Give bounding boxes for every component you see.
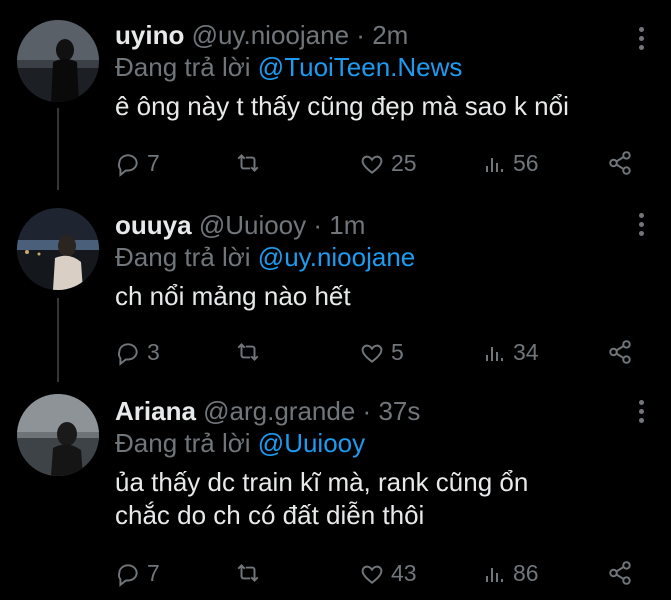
tweet-header: Ariana @arg.grande · 37s xyxy=(115,396,651,426)
display-name[interactable]: Ariana xyxy=(115,396,196,426)
reply-button[interactable]: 3 xyxy=(115,339,160,366)
retweet-icon xyxy=(237,564,259,582)
separator-dot: · xyxy=(356,20,365,50)
tweet-header: ouuya @Uuiooy · 1m xyxy=(115,210,651,240)
reply-icon xyxy=(117,563,138,587)
timestamp[interactable]: 1m xyxy=(329,210,365,240)
like-count: 5 xyxy=(391,339,404,365)
share-icon xyxy=(609,151,631,175)
action-bar: 7 25 56 xyxy=(115,150,635,180)
more-icon[interactable] xyxy=(639,400,645,427)
retweet-button[interactable] xyxy=(235,150,261,176)
avatar[interactable] xyxy=(17,394,99,476)
reply-context: Đang trả lời @TuoiTeen.News xyxy=(115,52,651,82)
more-icon[interactable] xyxy=(639,27,645,54)
tweet-text: ch nổi mảng nào hết xyxy=(115,281,351,311)
views-icon xyxy=(486,567,503,582)
retweet-icon xyxy=(237,154,259,172)
share-icon xyxy=(609,340,631,364)
views-count: 34 xyxy=(513,339,539,365)
reply-icon xyxy=(117,153,138,177)
tweet[interactable]: Ariana @arg.grande · 37s Đang trả lời @U… xyxy=(0,386,671,600)
reply-context: Đang trả lời @uy.nioojane xyxy=(115,242,651,272)
reply-count: 3 xyxy=(147,339,160,365)
reply-context: Đang trả lời @Uuiooy xyxy=(115,428,651,458)
reply-mention[interactable]: @TuoiTeen.News xyxy=(258,52,463,82)
reply-mention[interactable]: @Uuiooy xyxy=(258,428,365,458)
like-count: 25 xyxy=(391,150,417,176)
action-bar: 3 5 34 xyxy=(115,339,635,369)
reply-icon xyxy=(117,342,138,366)
views-icon xyxy=(486,157,503,172)
display-name[interactable]: uyino xyxy=(115,20,184,50)
like-button[interactable]: 25 xyxy=(359,150,417,177)
share-button[interactable] xyxy=(607,150,633,176)
reply-prefix: Đang trả lời xyxy=(115,242,251,272)
views-count: 86 xyxy=(513,560,539,586)
display-name[interactable]: ouuya xyxy=(115,210,192,240)
separator-dot: · xyxy=(313,210,323,240)
tweet-text: ủa thấy dc train kĩ mà, rank cũng ổn chắ… xyxy=(115,466,651,532)
reply-count: 7 xyxy=(147,150,160,176)
like-count: 43 xyxy=(391,560,417,586)
like-button[interactable]: 43 xyxy=(359,560,417,587)
like-icon xyxy=(361,344,383,363)
like-icon xyxy=(361,565,383,584)
share-icon xyxy=(609,561,631,585)
like-icon xyxy=(361,155,383,174)
timestamp[interactable]: 37s xyxy=(378,396,420,426)
reply-prefix: Đang trả lời xyxy=(115,428,251,458)
username[interactable]: @arg.grande xyxy=(203,396,355,426)
reply-button[interactable]: 7 xyxy=(115,560,160,587)
username[interactable]: @Uuiooy xyxy=(199,210,306,240)
avatar[interactable] xyxy=(17,208,99,290)
tweet-header: uyino @uy.nioojane · 2m xyxy=(115,20,651,50)
reply-mention[interactable]: @uy.nioojane xyxy=(258,242,415,272)
more-icon[interactable] xyxy=(639,213,645,240)
tweet[interactable]: uyino @uy.nioojane · 2m Đang trả lời @Tu… xyxy=(0,0,671,196)
retweet-button[interactable] xyxy=(235,339,261,365)
separator-dot: · xyxy=(362,396,372,426)
like-button[interactable]: 5 xyxy=(359,339,404,366)
tweet-text-line: ủa thấy dc train kĩ mà, rank cũng ổn xyxy=(115,467,529,497)
tweet-text-line: chắc do ch có đất diễn thôi xyxy=(115,500,425,530)
retweet-button[interactable] xyxy=(235,560,261,586)
action-bar: 7 43 86 xyxy=(115,560,635,590)
views-count: 56 xyxy=(513,150,539,176)
reply-prefix: Đang trả lời xyxy=(115,52,251,82)
avatar[interactable] xyxy=(17,20,99,102)
views-button[interactable]: 86 xyxy=(483,560,539,587)
reply-count: 7 xyxy=(147,560,160,586)
tweet[interactable]: ouuya @Uuiooy · 1m Đang trả lời @uy.nioo… xyxy=(0,196,671,386)
timestamp[interactable]: 2m xyxy=(372,20,408,50)
tweet-text: ê ông này t thấy cũng đẹp mà sao k nổi xyxy=(115,91,569,121)
views-button[interactable]: 34 xyxy=(483,339,539,366)
share-button[interactable] xyxy=(607,560,633,586)
username[interactable]: @uy.nioojane xyxy=(192,20,349,50)
retweet-icon xyxy=(237,343,259,361)
views-button[interactable]: 56 xyxy=(483,150,539,177)
share-button[interactable] xyxy=(607,339,633,365)
reply-button[interactable]: 7 xyxy=(115,150,160,177)
views-icon xyxy=(486,346,503,361)
